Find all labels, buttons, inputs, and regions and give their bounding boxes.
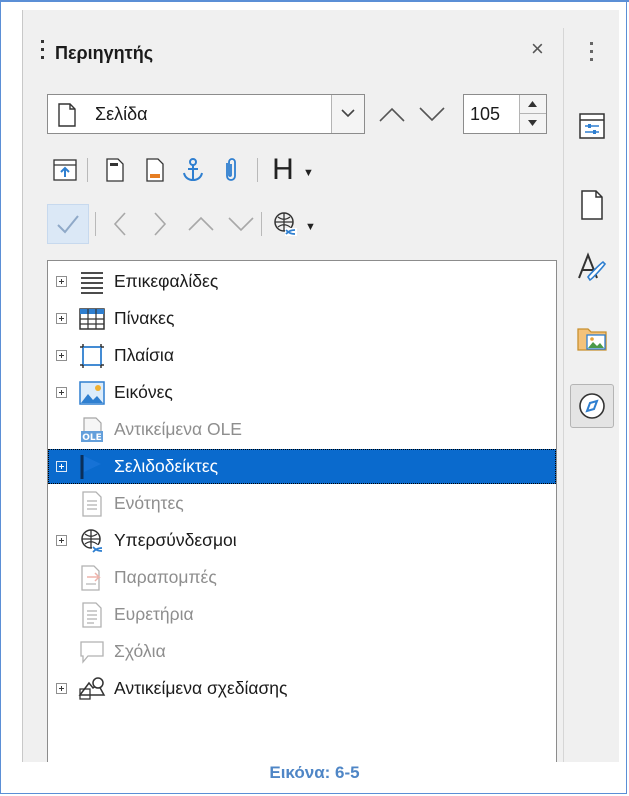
tree-row-label: Πλαίσια (114, 345, 174, 365)
next-element-button[interactable] (417, 102, 447, 131)
figure-caption: Εικόνα: 6-5 (269, 763, 360, 782)
anchor-icon[interactable] (175, 150, 211, 190)
heading-level-button[interactable]: H (265, 150, 301, 190)
page-tab-icon[interactable] (570, 183, 614, 227)
sidebar-tab-bar (564, 10, 619, 762)
expand-icon[interactable] (56, 683, 67, 694)
comment-icon (78, 638, 106, 666)
reference-icon (78, 564, 106, 592)
section-icon (78, 490, 106, 518)
paperclip-icon[interactable] (213, 150, 249, 190)
drag-grip-icon[interactable] (41, 40, 44, 62)
tree-row[interactable]: Πλαίσια (48, 338, 556, 373)
tree-row[interactable]: Εικόνες (48, 375, 556, 410)
index-icon (78, 601, 106, 629)
navigator-deck: Περιηγητής × Σελίδα 105 H ▼ ▼ Επικεφαλίδ… (23, 10, 563, 762)
gallery-tab-icon[interactable] (570, 316, 614, 360)
tree-row-label: Σχόλια (114, 641, 166, 661)
tree-row-label: Εικόνες (114, 382, 173, 402)
frame-icon (78, 342, 106, 370)
spin-up-icon[interactable] (520, 95, 546, 114)
svg-text:OLE: OLE (82, 433, 102, 443)
navigator-title: Περιηγητής (55, 43, 154, 63)
chevron-down-icon[interactable] (331, 95, 364, 133)
image-icon (78, 379, 106, 407)
styles-tab-icon[interactable] (570, 246, 614, 290)
drawing-object-icon (78, 675, 106, 703)
tree-row-label: Αντικείμενα OLE (114, 419, 242, 439)
tree-row[interactable]: Σελιδοδείκτες (48, 449, 556, 484)
footer-icon[interactable] (137, 150, 173, 190)
chevron-down-icon[interactable] (223, 204, 259, 244)
expand-icon[interactable] (56, 461, 67, 472)
dropdown-arrow-icon[interactable]: ▼ (305, 221, 316, 233)
spin-down-icon[interactable] (520, 114, 546, 133)
tree-row-label: Σελιδοδείκτες (114, 456, 219, 476)
chevron-left-icon[interactable] (103, 204, 139, 244)
tree-row-label: Επικεφαλίδες (114, 271, 219, 291)
tree-row[interactable]: Σχόλια (48, 634, 556, 669)
table-icon (78, 305, 106, 333)
globe-link-icon[interactable] (267, 204, 303, 244)
page-icon (57, 103, 77, 132)
tree-row[interactable]: Αντικείμενα σχεδίασης (48, 671, 556, 706)
properties-tab-icon[interactable] (570, 104, 614, 148)
navigator-tree[interactable]: Επικεφαλίδες Πίνακες Πλαίσια Εικόνες OLE Αντι… (47, 260, 557, 762)
tree-row[interactable]: Ευρετήρια (48, 597, 556, 632)
tree-row-label: Ευρετήρια (114, 604, 194, 624)
promote-chapter-icon[interactable] (47, 204, 89, 244)
expand-icon[interactable] (56, 313, 67, 324)
tree-row[interactable]: Ενότητες (48, 486, 556, 521)
tree-row-label: Πίνακες (114, 308, 175, 328)
tree-row[interactable]: Επικεφαλίδες (48, 264, 556, 299)
tree-row-label: Υπερσύνδεσμοι (114, 530, 237, 550)
tree-row-label: Παραπομπές (114, 567, 217, 587)
navigate-by-select[interactable]: Σελίδα (47, 94, 365, 134)
bookmark-icon (78, 453, 106, 481)
page-number-value[interactable]: 105 (470, 104, 500, 125)
chevron-up-icon[interactable] (183, 204, 219, 244)
ole-icon: OLE (78, 416, 106, 444)
navigator-toolbar-1: H ▼ (47, 150, 547, 190)
hyperlink-icon (78, 527, 106, 555)
tree-row[interactable]: Πίνακες (48, 301, 556, 336)
expand-icon[interactable] (56, 535, 67, 546)
header-icon[interactable] (97, 150, 133, 190)
tree-row-label: Ενότητες (114, 493, 184, 513)
tree-row-label: Αντικείμενα σχεδίασης (114, 678, 288, 698)
tree-row[interactable]: Παραπομπές (48, 560, 556, 595)
sidebar-menu-icon[interactable] (590, 42, 593, 66)
content-navigation-view-icon[interactable] (47, 150, 83, 190)
expand-icon[interactable] (56, 350, 67, 361)
tree-row[interactable]: Υπερσύνδεσμοι (48, 523, 556, 558)
navigator-toolbar-2: ▼ (47, 204, 547, 244)
close-button[interactable]: × (531, 36, 544, 62)
dropdown-arrow-icon[interactable]: ▼ (303, 167, 314, 179)
sidebar-panel: Περιηγητής × Σελίδα 105 H ▼ ▼ Επικεφαλίδ… (22, 10, 619, 762)
navigator-tab-icon[interactable] (570, 384, 614, 428)
chevron-right-icon[interactable] (141, 204, 177, 244)
expand-icon[interactable] (56, 276, 67, 287)
expand-icon[interactable] (56, 387, 67, 398)
previous-element-button[interactable] (377, 102, 407, 131)
tree-row[interactable]: OLE Αντικείμενα OLE (48, 412, 556, 447)
navigate-by-value: Σελίδα (95, 104, 148, 124)
headings-icon (78, 268, 106, 296)
page-number-spinner[interactable]: 105 (463, 94, 547, 134)
